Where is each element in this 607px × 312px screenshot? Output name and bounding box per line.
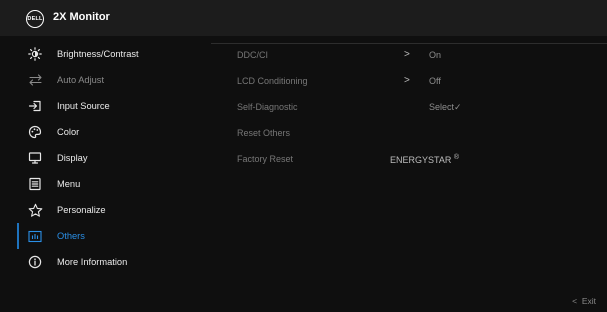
others-icon [27,228,43,244]
chevron-right-icon: > [404,75,410,86]
display-icon [27,150,43,166]
submenu-label: Factory Reset [237,154,294,164]
auto-adjust-icon [27,72,43,88]
menu-item-menu[interactable]: Menu [17,171,211,197]
submenu-label: Reset Others [237,128,291,138]
menu-item-auto-adjust[interactable]: Auto Adjust [17,67,211,93]
menu-icon [27,176,43,192]
energystar-label: ENERGYSTAR ® [390,154,459,165]
monitor-osd: DELL 2X Monitor Brightness/Contrast Auto… [0,0,607,312]
submenu-label: Self-Diagnostic [237,102,298,112]
submenu-row-factory-reset[interactable]: Factory Reset ENERGYSTAR ® [237,154,597,168]
brightness-icon [27,46,43,62]
menu-label-menu: Menu [57,179,81,189]
submenu-row-lcd-conditioning[interactable]: LCD Conditioning > Off [237,75,597,90]
star-icon [27,202,43,218]
osd-header: DELL 2X Monitor [0,0,607,36]
menu-item-others[interactable]: Others [17,223,213,249]
menu-item-brightness-contrast[interactable]: Brightness/Contrast [17,41,211,67]
input-source-icon [27,98,43,114]
submenu-value: Select✓ [429,102,462,113]
menu-item-color[interactable]: Color [17,119,211,145]
menu-label-others: Others [57,231,85,241]
menu-item-input-source[interactable]: Input Source [17,93,211,119]
select-label: Select [429,102,455,112]
submenu-label: DDC/CI [237,50,268,60]
menu-label-personalize: Personalize [57,205,106,215]
menu-label-brightness-contrast: Brightness/Contrast [57,49,139,59]
chevron-right-icon: > [404,49,410,60]
menu-item-more-information[interactable]: More Information [17,249,211,275]
exit-label: Exit [581,296,596,306]
registered-mark: ® [453,154,460,161]
menu-item-personalize[interactable]: Personalize [17,197,211,223]
submenu-row-self-diagnostic[interactable]: Self-Diagnostic Select✓ [237,102,597,116]
info-icon [27,254,43,270]
submenu-label: LCD Conditioning [237,76,308,86]
menu-label-auto-adjust: Auto Adjust [57,75,105,85]
submenu-divider [211,43,607,44]
dell-logo: DELL [26,10,44,28]
submenu-value: On [429,50,442,60]
exit-button[interactable]: < Exit [572,296,596,306]
menu-label-input-source: Input Source [57,101,110,111]
submenu-row-ddc-ci[interactable]: DDC/CI > On [237,49,597,64]
chevron-left-icon: < [572,296,578,306]
color-palette-icon [27,124,43,140]
main-menu: Brightness/Contrast Auto Adjust Input So… [0,36,211,276]
monitor-title: 2X Monitor [53,11,110,23]
checkmark-icon: ✓ [454,102,462,112]
menu-label-color: Color [57,127,80,137]
menu-label-display: Display [57,153,88,163]
submenu-row-reset-others[interactable]: Reset Others [237,128,597,142]
menu-item-display[interactable]: Display [17,145,211,171]
submenu-value: Off [429,76,441,86]
energystar-text: ENERGYSTAR [390,155,452,165]
menu-label-more-information: More Information [57,257,128,267]
